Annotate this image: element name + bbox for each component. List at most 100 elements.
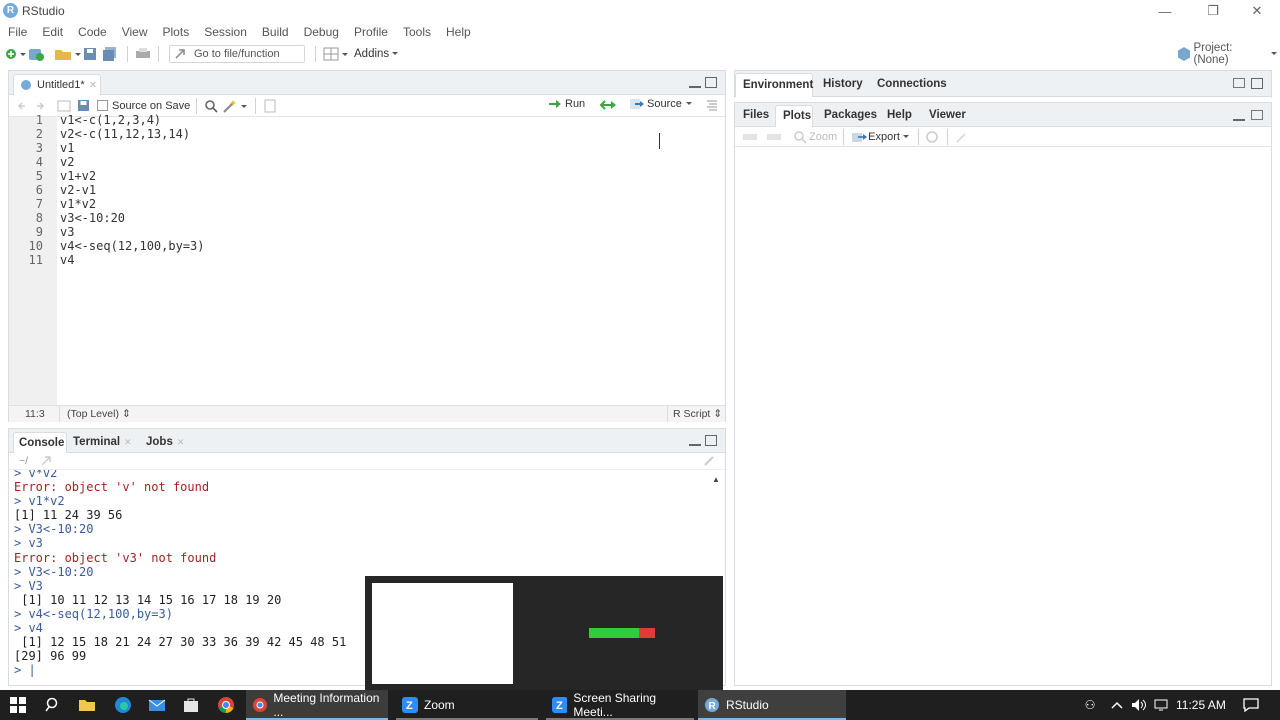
store-taskbar-button[interactable] bbox=[178, 690, 204, 720]
tab-plots[interactable]: Plots bbox=[775, 105, 813, 127]
edge-taskbar-button[interactable] bbox=[110, 690, 136, 720]
chevron-down-icon bbox=[685, 102, 692, 105]
addins-label: Addins bbox=[354, 48, 390, 60]
tab-untitled1[interactable]: Untitled1* ✕ bbox=[13, 74, 101, 95]
people-icon[interactable]: ⚇ bbox=[1078, 690, 1102, 720]
print-button[interactable] bbox=[134, 44, 152, 64]
open-file-button[interactable] bbox=[53, 44, 81, 64]
file-explorer-taskbar-button[interactable] bbox=[74, 690, 100, 720]
volume-button[interactable] bbox=[1128, 690, 1150, 720]
minimize-pane-icon[interactable] bbox=[1233, 111, 1245, 121]
code-line: 10 v4<-seq(12,100,by=3) bbox=[9, 239, 725, 253]
taskbar-label: Meeting Information ... bbox=[273, 691, 380, 719]
environment-pane: Environment History Connections bbox=[734, 70, 1272, 98]
source-on-save-checkbox[interactable]: Source on Save bbox=[97, 100, 190, 112]
action-center-button[interactable] bbox=[1236, 690, 1266, 720]
minimize-button[interactable]: — bbox=[1142, 0, 1188, 22]
close-tab-icon[interactable]: ✕ bbox=[124, 437, 132, 448]
save-all-button[interactable] bbox=[101, 44, 121, 64]
code-line: 7 v1*v2 bbox=[9, 197, 725, 211]
zoom-plot-button[interactable]: Zoom bbox=[793, 130, 837, 144]
maximize-pane-icon[interactable] bbox=[1251, 78, 1263, 89]
tab-console[interactable]: Console bbox=[13, 432, 67, 453]
project-menu[interactable]: Project: (None) bbox=[1176, 42, 1280, 66]
zoom-share-window[interactable] bbox=[365, 576, 723, 690]
menu-plots[interactable]: Plots bbox=[163, 25, 190, 39]
scroll-up-icon[interactable]: ▲ bbox=[712, 475, 720, 484]
maximize-pane-icon[interactable] bbox=[705, 77, 717, 88]
document-outline-icon[interactable] bbox=[705, 98, 719, 112]
menu-edit[interactable]: Edit bbox=[42, 25, 63, 39]
tab-history[interactable]: History bbox=[823, 78, 863, 90]
tab-terminal[interactable]: Terminal ✕ bbox=[73, 436, 132, 448]
new-file-button[interactable] bbox=[5, 44, 27, 64]
remove-plot-icon[interactable] bbox=[925, 130, 941, 144]
restore-button[interactable]: ❐ bbox=[1190, 0, 1236, 22]
code-line: 5 v1+v2 bbox=[9, 169, 725, 183]
menu-profile[interactable]: Profile bbox=[354, 25, 388, 39]
source-button[interactable]: Source bbox=[629, 97, 696, 111]
console-line-err: Error: object 'v3' not found bbox=[14, 550, 217, 565]
rerun-button[interactable] bbox=[599, 98, 619, 112]
line-number: 11 bbox=[28, 253, 43, 267]
checkbox-box[interactable] bbox=[97, 100, 108, 111]
pane-layout-button[interactable] bbox=[322, 44, 350, 64]
save-icon[interactable] bbox=[75, 98, 93, 114]
menu-file[interactable]: File bbox=[8, 25, 27, 39]
menu-debug[interactable]: Debug bbox=[304, 25, 339, 39]
network-button[interactable] bbox=[1150, 690, 1172, 720]
start-button[interactable] bbox=[0, 690, 36, 720]
restore-pane-icon[interactable] bbox=[1251, 110, 1263, 120]
menu-tools[interactable]: Tools bbox=[403, 25, 431, 39]
run-button[interactable]: Run bbox=[547, 97, 585, 111]
menu-help[interactable]: Help bbox=[446, 25, 471, 39]
tab-viewer[interactable]: Viewer bbox=[929, 109, 966, 121]
tab-packages[interactable]: Packages bbox=[824, 109, 877, 121]
clear-console-icon[interactable] bbox=[703, 456, 717, 467]
menu-build[interactable]: Build bbox=[262, 25, 289, 39]
menu-code[interactable]: Code bbox=[78, 25, 107, 39]
back-forward-icon[interactable] bbox=[15, 98, 55, 114]
taskbar-item-meeting-info[interactable]: Meeting Information ... bbox=[246, 690, 388, 720]
close-tab-icon[interactable]: ✕ bbox=[177, 437, 185, 448]
search-taskbar-button[interactable] bbox=[38, 690, 68, 720]
close-button[interactable]: ✕ bbox=[1234, 0, 1280, 22]
taskbar-clock[interactable]: 11:25 AM bbox=[1176, 698, 1226, 712]
show-in-window-icon[interactable] bbox=[55, 98, 75, 114]
scope-selector[interactable]: (Top Level) ⇕ bbox=[67, 408, 131, 420]
taskbar-item-zoom[interactable]: Z Zoom bbox=[396, 690, 538, 720]
show-hidden-icons-button[interactable] bbox=[1106, 690, 1128, 720]
restore-pane-icon[interactable] bbox=[1233, 78, 1245, 88]
menu-view[interactable]: View bbox=[122, 25, 148, 39]
go-to-directory-icon[interactable] bbox=[41, 456, 53, 467]
new-project-button[interactable] bbox=[27, 44, 49, 64]
plot-back-forward-icon[interactable] bbox=[741, 130, 785, 144]
mail-taskbar-button[interactable] bbox=[144, 690, 170, 720]
chrome-taskbar-button[interactable] bbox=[212, 690, 240, 720]
search-icon[interactable] bbox=[203, 98, 221, 114]
code-text: v2 bbox=[60, 155, 75, 169]
menu-session[interactable]: Session bbox=[204, 25, 247, 39]
tab-files[interactable]: Files bbox=[743, 109, 769, 121]
go-to-file-input[interactable]: Go to file/function bbox=[169, 45, 305, 63]
r-file-icon bbox=[21, 80, 31, 90]
clear-plots-icon[interactable] bbox=[954, 130, 970, 144]
code-editor[interactable]: 1 v1<-c(1,2,3,4) 2 v2<-c(11,12,13,14) 3 v1 4 v2… bbox=[9, 113, 725, 407]
tab-help[interactable]: Help bbox=[887, 109, 912, 121]
tab-connections[interactable]: Connections bbox=[877, 78, 947, 90]
minimize-pane-icon[interactable] bbox=[689, 436, 701, 446]
close-tab-icon[interactable]: ✕ bbox=[89, 80, 97, 91]
compile-report-icon[interactable] bbox=[262, 98, 278, 114]
maximize-pane-icon[interactable] bbox=[705, 435, 717, 446]
save-button[interactable] bbox=[81, 44, 101, 64]
taskbar-item-rstudio[interactable]: R RStudio bbox=[698, 690, 846, 720]
tab-environment[interactable]: Environment bbox=[735, 73, 813, 97]
minimize-pane-icon[interactable] bbox=[689, 78, 701, 88]
magic-wand-icon[interactable] bbox=[221, 98, 249, 114]
source-arrow-icon bbox=[630, 99, 644, 109]
taskbar-item-screen-sharing[interactable]: Z Screen Sharing Meeti... bbox=[546, 690, 694, 720]
file-type-selector[interactable]: R Script ⇕ bbox=[673, 408, 722, 420]
addins-button[interactable]: Addins bbox=[354, 44, 401, 64]
export-button[interactable]: Export bbox=[850, 130, 912, 144]
tab-jobs[interactable]: Jobs ✕ bbox=[146, 436, 184, 448]
